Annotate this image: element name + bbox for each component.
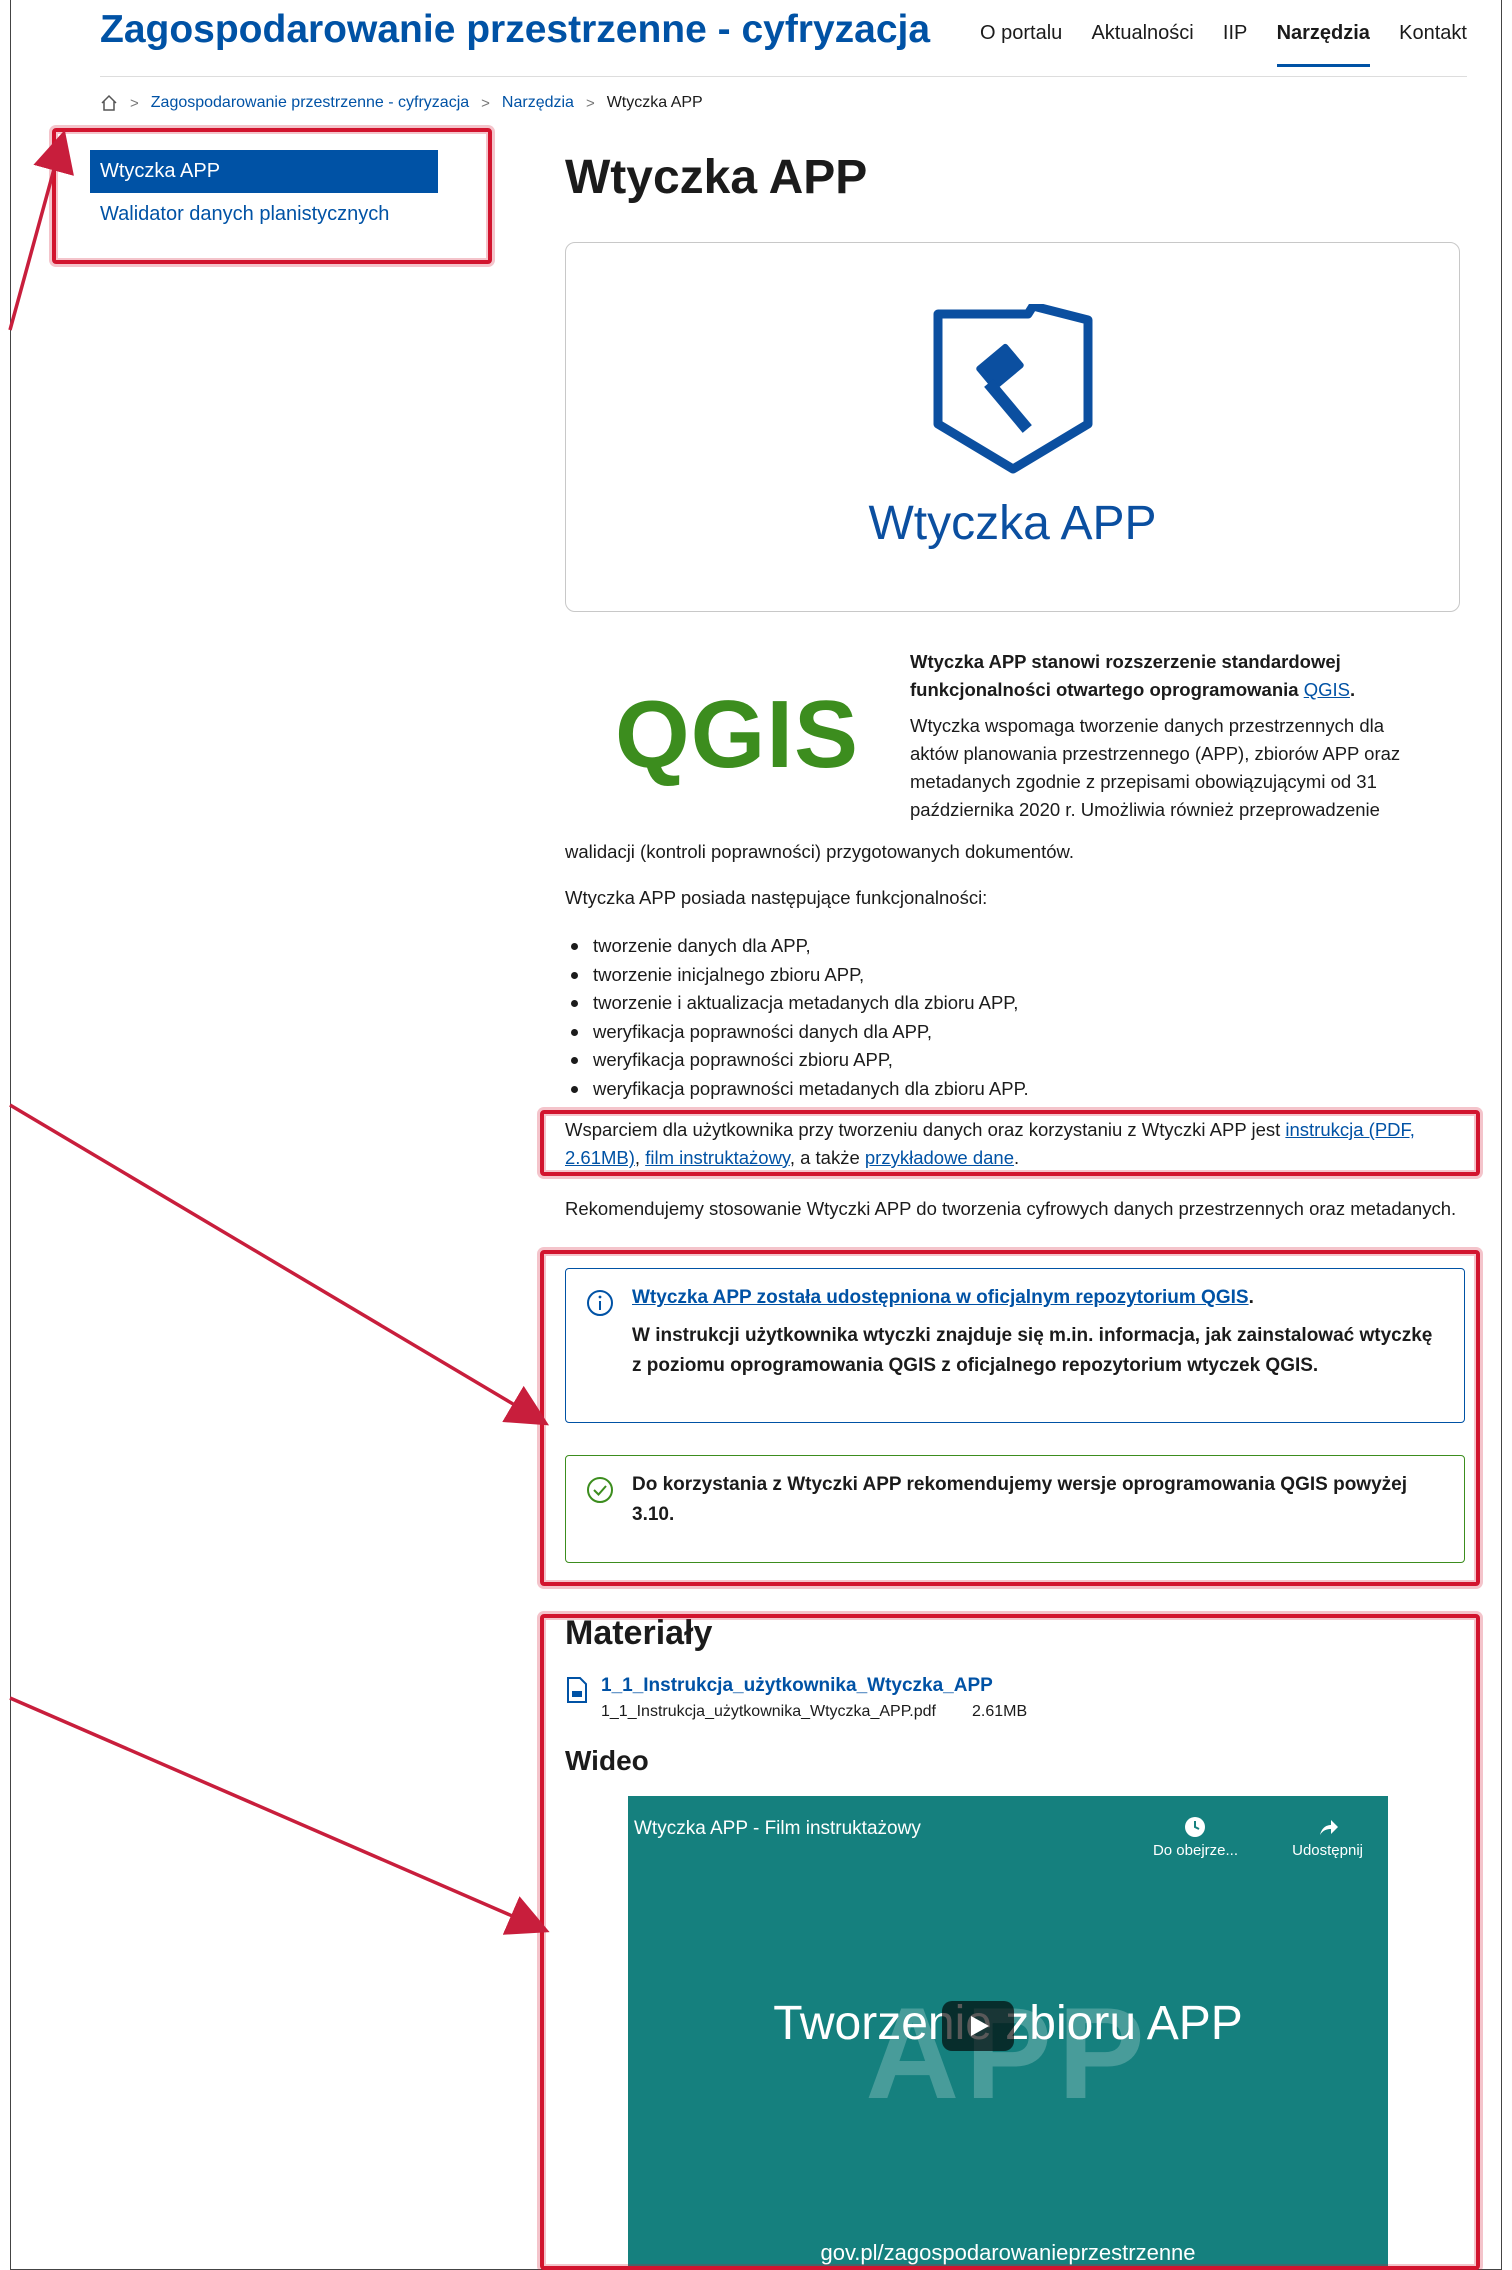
nav-kontakt[interactable]: Kontakt [1399,22,1467,45]
intro-text: Wtyczka wspomaga tworzenie danych przest… [910,715,1401,820]
intro-bold: Wtyczka APP stanowi rozszerzenie standar… [910,651,1341,700]
nav-o-portalu[interactable]: O portalu [980,22,1062,45]
list-item: tworzenie i aktualizacja metadanych dla … [565,989,1460,1018]
header-divider [100,76,1467,77]
features-list: tworzenie danych dla APP, tworzenie inic… [565,932,1460,1103]
page-title: Wtyczka APP [565,151,868,204]
intro-text-continuation: walidacji (kontroli poprawności) przygot… [565,841,1074,862]
list-item: tworzenie danych dla APP, [565,932,1460,961]
hero-caption: Wtyczka APP [868,496,1157,550]
breadcrumb-current: Wtyczka APP [606,94,703,111]
breadcrumb-item[interactable]: Narzędzia [502,94,574,112]
home-icon[interactable] [100,94,118,112]
site-title[interactable]: Zagospodarowanie przestrzenne - cyfryzac… [100,8,930,52]
top-navigation: O portalu Aktualności IIP Narzędzia Kont… [980,22,1467,67]
breadcrumb-separator: > [585,94,595,112]
nav-narzedzia[interactable]: Narzędzia [1276,22,1371,67]
features-intro: Wtyczka APP posiada następujące funkcjon… [565,887,988,908]
gavel-icon [933,303,1092,473]
breadcrumb-separator: > [481,94,490,112]
list-item: weryfikacja poprawności zbioru APP, [565,1046,1460,1075]
breadcrumb-separator: > [130,94,139,112]
recommendation-text: Rekomendujemy stosowanie Wtyczki APP do … [565,1198,1457,1219]
list-item: weryfikacja poprawności metadanych dla z… [565,1075,1460,1104]
hero-banner: Wtyczka APP [565,242,1460,612]
nav-aktualnosci[interactable]: Aktualności [1091,22,1193,45]
list-item: tworzenie inicjalnego zbioru APP, [565,961,1460,990]
annotation-box-sidebar [52,128,492,264]
annotation-box-support [540,1110,1480,1176]
qgis-logo: QGIS [615,681,860,788]
nav-iip[interactable]: IIP [1223,22,1247,45]
breadcrumb-item[interactable]: Zagospodarowanie przestrzenne - cyfryzac… [151,94,469,112]
qgis-link[interactable]: QGIS [1304,679,1350,700]
annotation-box-alerts [540,1250,1480,1586]
intro-block: Wtyczka APP stanowi rozszerzenie standar… [910,648,1430,832]
list-item: weryfikacja poprawności danych dla APP, [565,1018,1460,1047]
annotation-box-materials [540,1614,1480,2270]
breadcrumb: > Zagospodarowanie przestrzenne - cyfryz… [100,94,703,112]
